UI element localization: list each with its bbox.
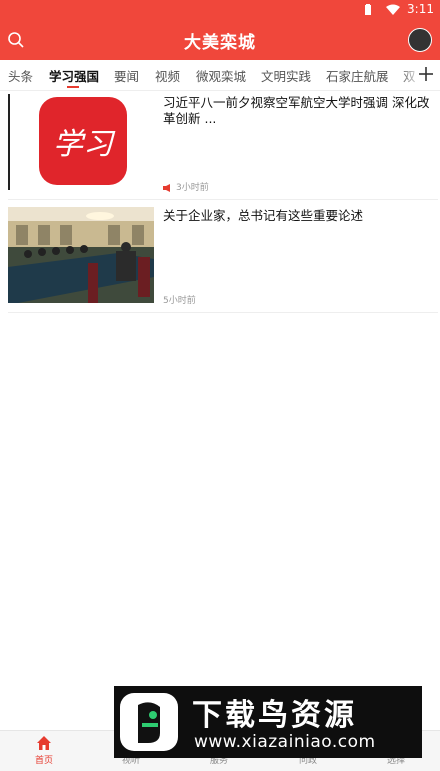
watermark-url: www.xiazainiao.com [194,732,376,752]
tab-civilization[interactable]: 文明实践 [261,66,311,85]
tab-headlines[interactable]: 头条 [8,66,33,85]
avatar[interactable] [408,28,432,52]
wifi-icon [386,4,400,15]
home-icon [37,736,51,750]
nav-home[interactable]: 首页 [14,735,74,766]
plus-icon[interactable] [418,66,434,82]
tab-video[interactable]: 视频 [155,66,180,85]
watermark-title: 下载鸟资源 [192,698,357,733]
news-meta: 5小时前 [163,293,196,306]
news-meta: 3小时前 [163,180,209,193]
xuexi-logo-text: 学习 [53,127,116,162]
active-tab-indicator [67,86,79,88]
battery-icon [365,4,371,15]
news-headline: 习近平八一前夕视察空军航空大学时强调 深化改革创新 ... [163,95,430,126]
app-title: 大美栾城 [184,33,256,53]
tab-micro-luancheng[interactable]: 微观栾城 [196,66,246,85]
news-time: 5小时前 [163,296,196,306]
news-item[interactable]: 学习 习近平八一前夕视察空军航空大学时强调 深化改革创新 ... 3小时前 [8,94,438,200]
news-thumbnail: 学习 [8,94,154,190]
watermark-banner: 下载鸟资源 www.xiazainiao.com [114,686,422,758]
bird-logo-icon [120,693,178,751]
channel-tabs: 头条 学习强国 要闻 视频 微观栾城 文明实践 石家庄航展 双 [0,60,440,91]
status-bar: 3:11 [0,0,440,20]
status-time: 3:11 [407,2,434,16]
meeting-photo [8,207,154,303]
speaker-icon [163,183,170,192]
xuexi-logo-icon: 学习 [8,94,154,190]
tab-xuexi[interactable]: 学习强国 [49,66,99,85]
tab-news[interactable]: 要闻 [114,66,139,85]
news-headline: 关于企业家，总书记有这些重要论述 [163,208,364,223]
nav-home-label: 首页 [34,756,53,766]
tab-airshow[interactable]: 石家庄航展 [326,66,389,85]
app-header: 大美栾城 [0,20,440,60]
news-time: 3小时前 [176,183,209,193]
news-thumbnail [8,207,154,303]
news-item[interactable]: 关于企业家，总书记有这些重要论述 5小时前 [8,207,438,313]
